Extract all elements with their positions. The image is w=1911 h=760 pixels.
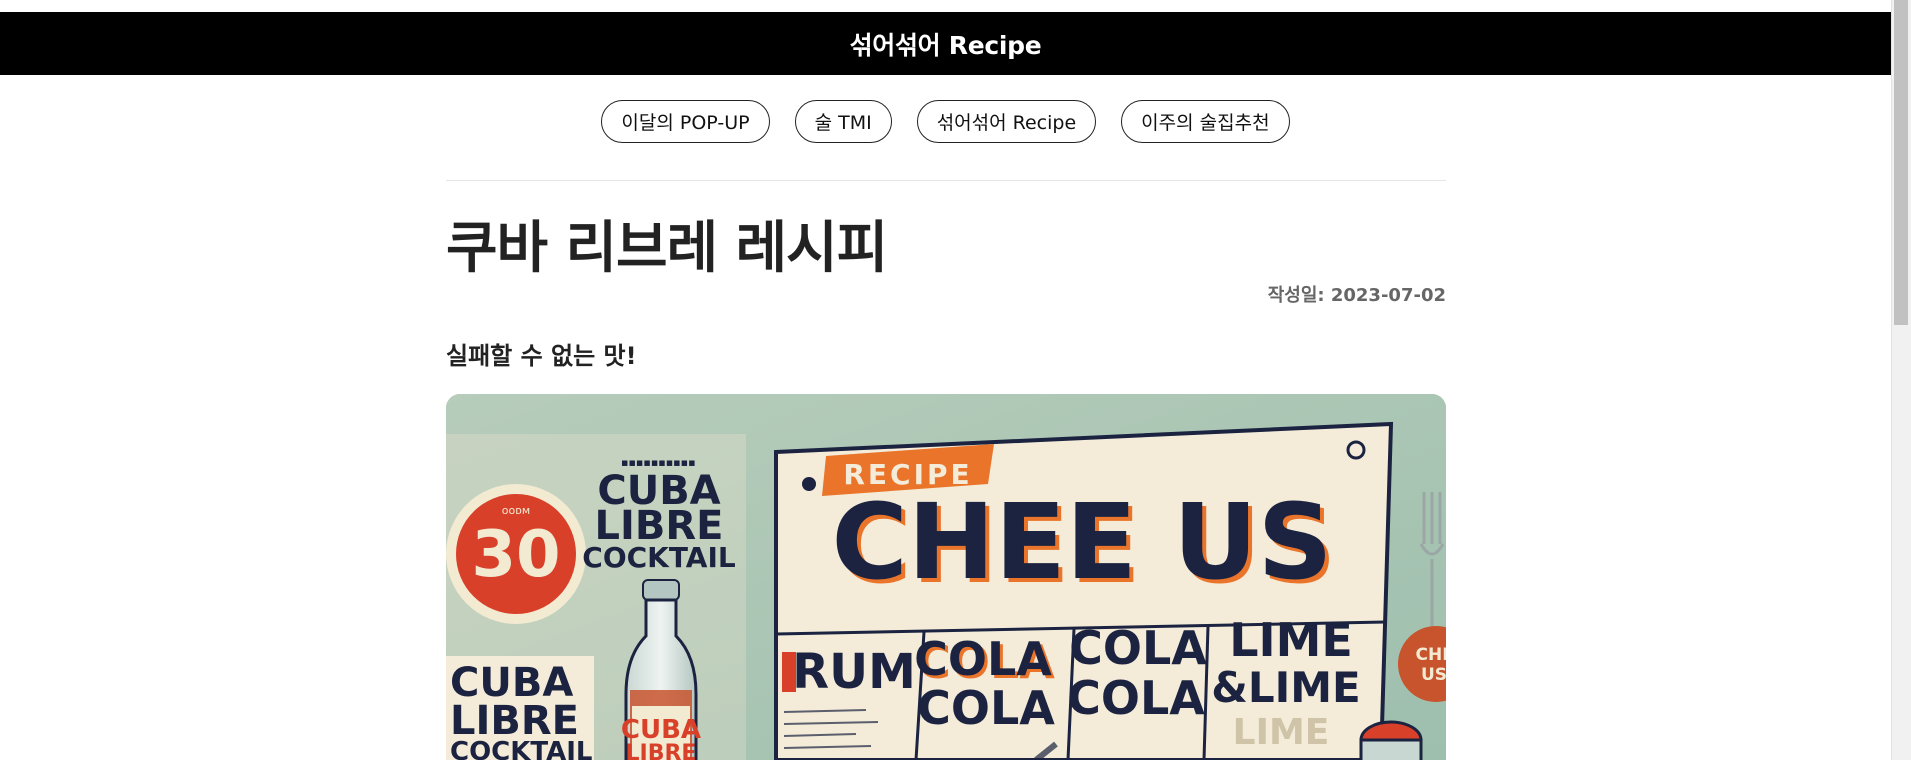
ingredient-lime: LIME [1229, 613, 1353, 667]
svg-text:CHI: CHI [1415, 645, 1446, 665]
top-strip [0, 0, 1891, 12]
article-date: 작성일: 2023-07-02 [1267, 285, 1446, 306]
nav-item-tmi[interactable]: 술 TMI [794, 100, 892, 143]
ingredient-rum: RUM [792, 644, 916, 700]
board-heading: CHEE US [831, 481, 1332, 603]
svg-text:&LIME: &LIME [1211, 663, 1361, 712]
svg-text:COLA: COLA [1067, 671, 1205, 725]
nav-item-popup[interactable]: 이달의 POP-UP [601, 100, 770, 143]
ingredient-cola-2: COLA [1069, 621, 1207, 675]
site-header: 섞어섞어 Recipe [0, 12, 1891, 75]
hero-illustration: ▪▪▪▪▪▪▪▪▪▪ ᴏᴏᴅᴍ 30 CUBA LIBRE COCKTAIL C… [446, 394, 1446, 760]
badge-30: ᴏᴏᴅᴍ 30 [446, 484, 586, 624]
site-title[interactable]: 섞어섞어 Recipe [850, 26, 1042, 62]
page: 섞어섞어 Recipe 이달의 POP-UP 술 TMI 섞어섞어 Recipe… [0, 0, 1891, 760]
scrollbar-thumb[interactable] [1894, 0, 1908, 325]
svg-text:COLA: COLA [917, 681, 1055, 735]
divider [446, 180, 1446, 181]
recipe-board: RECIPE CHEE US CHEE US RUM COLA COLA COL… [774, 421, 1394, 760]
article-subtitle: 실패할 수 없는 맛! [446, 342, 637, 370]
category-nav: 이달의 POP-UP 술 TMI 섞어섞어 Recipe 이주의 술집추천 [0, 100, 1891, 143]
svg-text:COCKTAIL: COCKTAIL [582, 541, 736, 574]
nav-item-recipe[interactable]: 섞어섞어 Recipe [916, 100, 1097, 143]
article-title: 쿠바 리브레 레시피 [446, 216, 888, 281]
svg-text:US: US [1421, 665, 1446, 685]
svg-text:ᴏᴏᴅᴍ: ᴏᴏᴅᴍ [502, 504, 530, 517]
svg-text:30: 30 [471, 518, 560, 592]
bottle-cap-icon [1359, 720, 1423, 760]
svg-text:LIME: LIME [1233, 712, 1330, 753]
left-title: CUBA LIBRE COCKTAIL [582, 468, 736, 574]
nav-item-bar-recommendation[interactable]: 이주의 술집추천 [1121, 100, 1290, 143]
lower-left-card: CUBA LIBRE COCKTAIL [446, 656, 594, 760]
hero-image: ▪▪▪▪▪▪▪▪▪▪ ᴏᴏᴅᴍ 30 CUBA LIBRE COCKTAIL C… [446, 394, 1446, 760]
ingredient-cola-1: COLA [914, 632, 1052, 686]
svg-text:COCKTAIL: COCKTAIL [450, 737, 593, 760]
svg-text:LIBRE: LIBRE [626, 741, 697, 760]
